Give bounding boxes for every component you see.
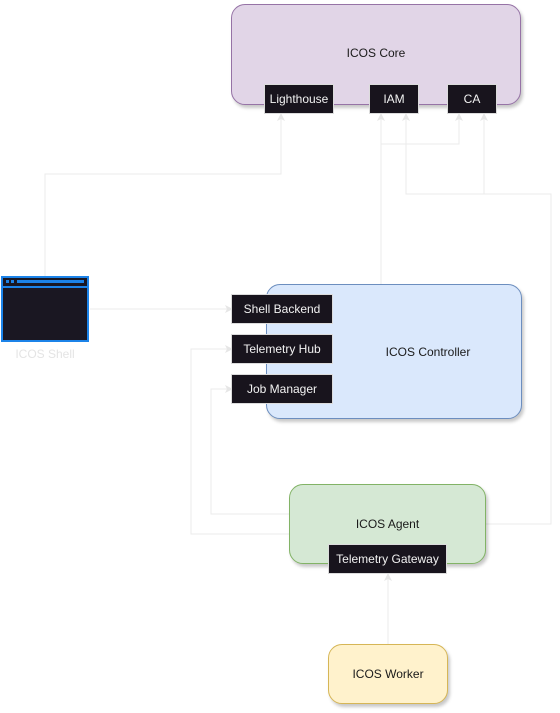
icos-controller-label: ICOS Controller bbox=[385, 344, 471, 359]
telemetry-gateway-component[interactable]: Telemetry Gateway bbox=[328, 544, 447, 574]
window-dot-icon bbox=[6, 280, 9, 283]
job-manager-component[interactable]: Job Manager bbox=[231, 374, 333, 404]
icos-worker-label: ICOS Worker bbox=[352, 667, 424, 681]
icos-worker-node[interactable]: ICOS Worker bbox=[328, 644, 448, 704]
terminal-title-bar bbox=[3, 278, 87, 288]
edge-controller-to-ca bbox=[381, 113, 463, 145]
ca-label: CA bbox=[463, 92, 481, 106]
shell-backend-label: Shell Backend bbox=[243, 302, 321, 316]
iam-label: IAM bbox=[383, 92, 405, 106]
icos-agent-label: ICOS Agent bbox=[355, 517, 420, 531]
ca-component[interactable]: CA bbox=[447, 84, 497, 114]
shell-backend-component[interactable]: Shell Backend bbox=[231, 294, 333, 324]
lighthouse-component[interactable]: Lighthouse bbox=[264, 84, 334, 114]
icos-shell-label: ICOS Shell bbox=[15, 347, 75, 361]
edge-shell-to-lighthouse bbox=[44, 113, 285, 276]
terminal-window-icon[interactable] bbox=[1, 276, 89, 342]
telemetry-gateway-label: Telemetry Gateway bbox=[336, 552, 439, 566]
window-dot-icon bbox=[11, 280, 14, 283]
icos-core-label: ICOS Core bbox=[346, 46, 406, 60]
telemetry-hub-label: Telemetry Hub bbox=[243, 342, 321, 356]
telemetry-hub-component[interactable]: Telemetry Hub bbox=[231, 334, 333, 364]
job-manager-label: Job Manager bbox=[246, 382, 318, 396]
window-title-strip bbox=[17, 280, 84, 283]
lighthouse-label: Lighthouse bbox=[269, 92, 329, 106]
iam-component[interactable]: IAM bbox=[369, 84, 419, 114]
